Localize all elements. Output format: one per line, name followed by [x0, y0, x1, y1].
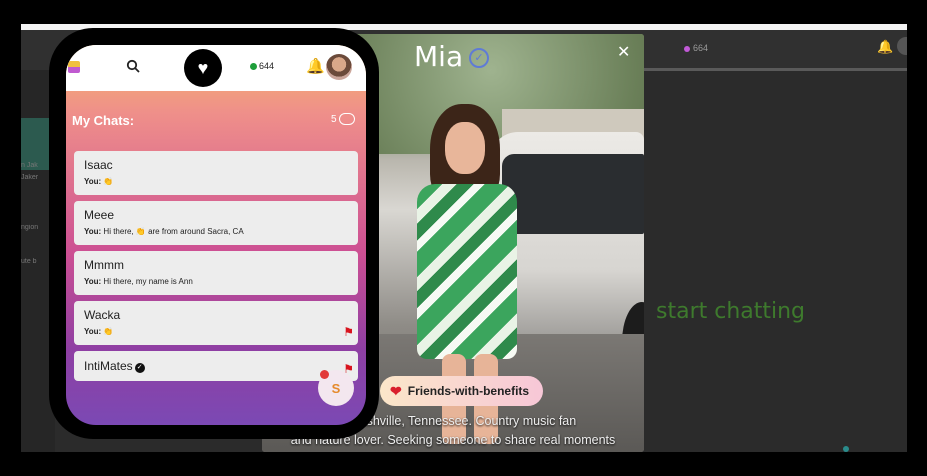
start-chatting-text: start chatting	[656, 299, 806, 324]
phone-screen: ♥ 644 🔔 My Chats: 5 Isaac You: 👏 Meee Yo…	[66, 45, 366, 425]
background-bell-icon[interactable]: 🔔	[877, 39, 893, 55]
chat-item-isaac[interactable]: Isaac You: 👏	[74, 151, 358, 195]
chat-preview: You: Hi there, my name is Ann	[84, 277, 348, 286]
phone-header: ♥ 644 🔔	[66, 45, 366, 91]
chat-preview-text: 👏	[103, 327, 114, 336]
close-icon[interactable]: ✕	[617, 42, 630, 62]
chats-title: My Chats:	[72, 113, 135, 128]
heart-icon: ❤	[390, 382, 402, 399]
verified-badge-icon: ✓	[469, 48, 489, 68]
chat-you-label: You:	[84, 277, 102, 286]
chat-name: Wacka	[84, 308, 121, 322]
chat-preview: You: 👏	[84, 177, 348, 186]
chats-count[interactable]: 5	[331, 113, 355, 125]
search-icon[interactable]	[126, 59, 140, 76]
app-logo-icon[interactable]	[68, 61, 80, 73]
chats-count-value: 5	[331, 113, 337, 125]
screen: 664 🔔 n Jak Jaker ngion ute b start chat…	[0, 0, 927, 476]
relationship-tag: ❤ Friends-with-benefits	[380, 376, 544, 406]
chat-preview-text: 👏	[103, 177, 114, 186]
verified-badge-icon: ✓	[134, 363, 145, 373]
chat-you-label: You:	[84, 177, 102, 186]
support-button-label: S	[331, 380, 341, 396]
chat-item-meee[interactable]: Meee You: Hi there, 👏 are from around Sa…	[74, 201, 358, 245]
chat-you-label: You:	[84, 327, 102, 336]
chat-name: IntiMates ✓	[84, 359, 348, 373]
chat-name: Mmmm	[84, 258, 124, 272]
background-online-counter: 664	[684, 43, 708, 53]
chat-you-label: You:	[84, 227, 102, 236]
person-dress	[417, 184, 517, 359]
chat-preview: You: Hi there, 👏 are from around Sacra, …	[84, 227, 348, 236]
chat-name: Meee	[84, 208, 115, 222]
chat-item-mmmm[interactable]: Mmmm You: Hi there, my name is Ann	[74, 251, 358, 295]
chat-preview-text: Hi there, 👏 are from around Sacra, CA	[103, 227, 244, 236]
heart-home-button[interactable]: ♥	[184, 49, 222, 87]
profile-name: Mia	[414, 40, 464, 73]
chat-name-text: IntiMates	[84, 359, 133, 373]
chat-preview: You: 👏	[84, 327, 348, 336]
relationship-tag-label: Friends-with-benefits	[407, 384, 530, 398]
background-divider	[641, 68, 907, 71]
person-face	[445, 122, 485, 174]
notification-dot	[320, 370, 329, 379]
chat-name: Isaac	[84, 158, 113, 172]
chat-bubble-icon	[338, 113, 355, 125]
avatar[interactable]	[326, 54, 352, 80]
chat-item-wacka[interactable]: Wacka You: 👏 ⚑	[74, 301, 358, 345]
chat-item-intimates[interactable]: IntiMates ✓ ⚑	[74, 351, 358, 381]
background-dot	[843, 446, 849, 452]
heart-icon: ♥	[197, 58, 209, 78]
bell-icon[interactable]: 🔔	[306, 57, 325, 75]
flag-icon[interactable]: ⚑	[343, 325, 354, 339]
online-counter: 644	[250, 61, 274, 71]
chat-preview-text: Hi there, my name is Ann	[103, 277, 193, 286]
